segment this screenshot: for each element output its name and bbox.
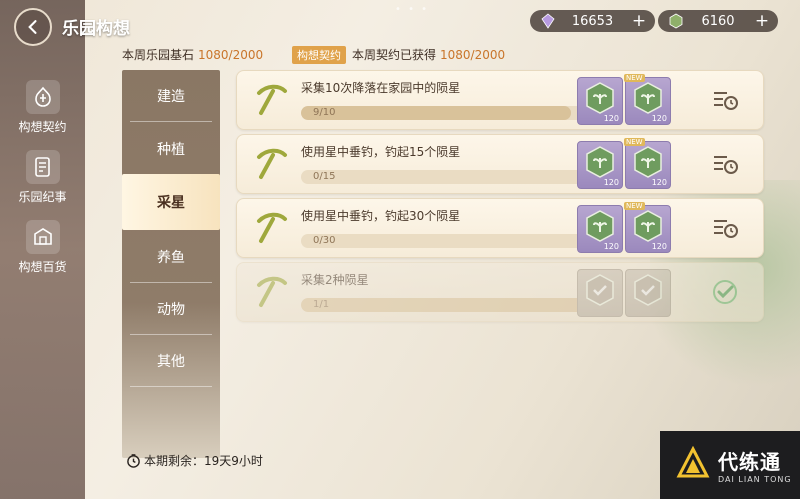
seed-reward-icon bbox=[634, 274, 662, 306]
stone-value: 1080/2000 bbox=[198, 48, 264, 62]
reward-item[interactable]: NEW 120 bbox=[624, 74, 671, 125]
reward-count: 120 bbox=[603, 178, 619, 187]
pickaxe-icon bbox=[257, 148, 287, 179]
seed-reward-icon bbox=[634, 210, 662, 242]
task-description: 采集10次降落在家园中的陨星 bbox=[301, 81, 461, 95]
reward-item[interactable]: NEW 120 bbox=[624, 138, 671, 189]
crystal-count: 6160 bbox=[701, 13, 735, 29]
progress-text: 9/10 bbox=[313, 107, 336, 118]
page-title: 乐园构想 bbox=[62, 19, 130, 39]
watermark-logo-icon bbox=[676, 446, 710, 478]
clock-icon bbox=[127, 454, 140, 468]
seed-reward-icon bbox=[586, 82, 614, 114]
contract-label: 本周契约已获得 bbox=[352, 48, 437, 62]
top-indicator: • • • bbox=[395, 4, 430, 15]
reward-tag: NEW bbox=[624, 202, 645, 210]
currency-crystals: 6160 + bbox=[658, 10, 778, 32]
contract-badge: 构想契约 bbox=[292, 46, 346, 64]
category-star-collect[interactable]: 采星 bbox=[122, 174, 220, 230]
category-label: 建造 bbox=[157, 89, 185, 105]
back-arrow-icon bbox=[28, 20, 37, 34]
category-label: 种植 bbox=[157, 142, 185, 158]
seed-reward-icon bbox=[586, 146, 614, 178]
task-progress-bar: 0/15 bbox=[301, 170, 601, 184]
reward-item[interactable]: 120 bbox=[577, 141, 623, 189]
nav-journal[interactable]: 乐园纪事 bbox=[0, 150, 85, 205]
category-animal[interactable]: 动物 bbox=[122, 283, 220, 335]
watermark-sub: DAI LIAN TONG bbox=[718, 475, 792, 484]
history-icon[interactable] bbox=[711, 87, 739, 113]
nav-label: 构想契约 bbox=[18, 120, 67, 134]
progress-text: 0/15 bbox=[313, 171, 336, 182]
weekly-stone-stat: 本周乐园基石 1080/2000 bbox=[122, 46, 263, 63]
seed-reward-icon bbox=[634, 82, 662, 114]
history-icon[interactable] bbox=[711, 215, 739, 241]
gem-count: 16653 bbox=[571, 13, 614, 29]
watermark: 代练通 DAI LIAN TONG bbox=[660, 431, 800, 499]
reward-tag: NEW bbox=[624, 138, 645, 146]
nav-label: 乐园纪事 bbox=[18, 190, 67, 204]
task-row: 采集2种陨星 1/1 bbox=[236, 262, 764, 322]
reward-tag: NEW bbox=[624, 74, 645, 82]
reward-count: 120 bbox=[651, 114, 667, 123]
category-build[interactable]: 建造 bbox=[122, 70, 220, 122]
contract-value: 1080/2000 bbox=[440, 48, 506, 62]
shop-icon bbox=[25, 220, 60, 254]
progress-text: 0/30 bbox=[313, 235, 336, 246]
progress-text: 1/1 bbox=[313, 299, 330, 310]
seed-reward-icon bbox=[634, 146, 662, 178]
category-label: 动物 bbox=[157, 302, 185, 318]
timer-text: 本期剩余：19天9小时 bbox=[144, 454, 263, 468]
reward-item[interactable] bbox=[625, 269, 671, 317]
reward-item[interactable]: NEW 120 bbox=[624, 202, 671, 253]
reward-item[interactable]: 120 bbox=[577, 205, 623, 253]
progress-fill bbox=[301, 106, 571, 120]
pickaxe-icon bbox=[257, 212, 287, 243]
category-label: 采星 bbox=[157, 195, 185, 211]
reward-item[interactable]: 120 bbox=[577, 77, 623, 125]
stone-label: 本周乐园基石 bbox=[122, 48, 195, 62]
task-description: 使用星中垂钓，钓起15个陨星 bbox=[301, 145, 461, 159]
reward-count: 120 bbox=[651, 178, 667, 187]
seed-reward-icon bbox=[586, 274, 614, 306]
reward-item[interactable] bbox=[577, 269, 623, 317]
task-description: 使用星中垂钓，钓起30个陨星 bbox=[301, 209, 461, 223]
seed-reward-icon bbox=[586, 210, 614, 242]
category-other[interactable]: 其他 bbox=[122, 335, 220, 387]
progress-fill bbox=[301, 298, 601, 312]
task-progress-bar: 9/10 bbox=[301, 106, 601, 120]
category-label: 其他 bbox=[157, 354, 185, 370]
pickaxe-icon bbox=[257, 84, 287, 115]
green-crystal-icon bbox=[669, 13, 683, 29]
reward-count: 120 bbox=[603, 242, 619, 251]
task-progress-bar: 1/1 bbox=[301, 298, 601, 312]
category-plant[interactable]: 种植 bbox=[122, 123, 220, 175]
pickaxe-icon bbox=[257, 276, 287, 307]
history-icon[interactable] bbox=[711, 151, 739, 177]
purple-gem-icon bbox=[541, 13, 555, 29]
back-button[interactable] bbox=[14, 8, 52, 46]
category-label: 养鱼 bbox=[157, 250, 185, 266]
category-column: 建造 种植 采星 养鱼 动物 其他 bbox=[122, 70, 220, 458]
journal-icon bbox=[25, 150, 60, 184]
reward-count: 120 bbox=[651, 242, 667, 251]
category-fish[interactable]: 养鱼 bbox=[122, 231, 220, 283]
task-description: 采集2种陨星 bbox=[301, 273, 369, 287]
task-row: 使用星中垂钓，钓起15个陨星 0/15 120 NEW 120 bbox=[236, 134, 764, 194]
add-gems-button[interactable]: + bbox=[629, 11, 649, 31]
task-row: 采集10次降落在家园中的陨星 9/10 120 NEW 120 bbox=[236, 70, 764, 130]
task-row: 使用星中垂钓，钓起30个陨星 0/30 120 NEW 120 bbox=[236, 198, 764, 258]
add-crystals-button[interactable]: + bbox=[752, 11, 772, 31]
period-timer: 本期剩余：19天9小时 bbox=[126, 452, 263, 469]
nav-contract[interactable]: 构想契约 bbox=[0, 80, 85, 135]
nav-label: 构想百货 bbox=[18, 260, 67, 274]
nav-shop[interactable]: 构想百货 bbox=[0, 220, 85, 275]
reward-count: 120 bbox=[603, 114, 619, 123]
currency-gems: 16653 + bbox=[530, 10, 655, 32]
weekly-contract-stat: 构想契约 本周契约已获得 1080/2000 bbox=[292, 46, 505, 64]
contract-icon bbox=[25, 80, 60, 114]
completed-check-icon bbox=[713, 280, 737, 304]
task-progress-bar: 0/30 bbox=[301, 234, 601, 248]
watermark-main: 代练通 bbox=[718, 450, 781, 474]
